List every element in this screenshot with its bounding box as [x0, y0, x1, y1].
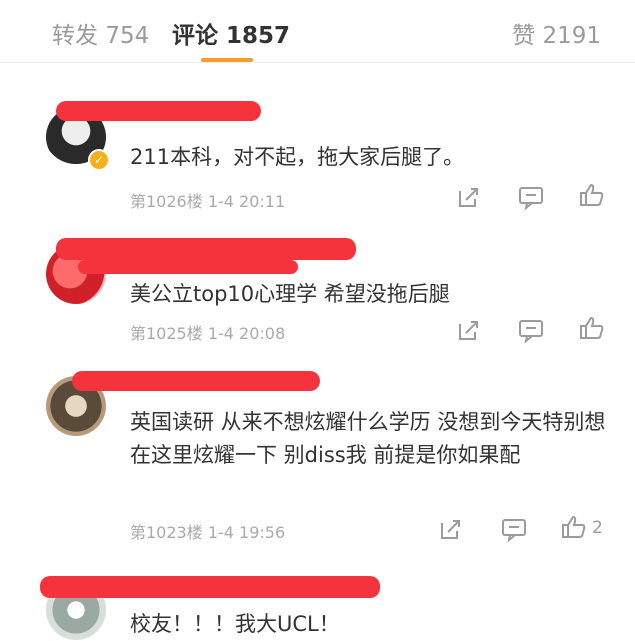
- tab-comments[interactable]: 评论 1857: [172, 22, 290, 50]
- tab-comments-label: 评论: [172, 23, 218, 49]
- username-redaction: [56, 238, 356, 260]
- comment-meta: 第1026楼 1-4 20:11: [130, 188, 285, 212]
- forward-icon[interactable]: [455, 316, 483, 344]
- comment-text: 校友！！！我大UCL！: [130, 612, 340, 636]
- thumbs-up-icon[interactable]: [578, 314, 606, 342]
- comment-meta: 第1023楼 1-4 19:56: [130, 519, 285, 543]
- comment-text: 211本科，对不起，拖大家后腿了。: [130, 145, 465, 169]
- comment-tabs: 转发 754 评论 1857 赞 2191: [0, 0, 635, 62]
- comment-floor: 第1025楼: [130, 324, 203, 343]
- comment-time: 1-4 19:56: [207, 523, 286, 542]
- divider: [0, 62, 635, 63]
- username-redaction: [72, 371, 320, 391]
- tab-repost-count: 754: [105, 23, 150, 49]
- tab-comments-count: 1857: [226, 23, 291, 49]
- comment-time: 1-4 20:11: [207, 192, 286, 211]
- comment-time: 1-4 20:08: [207, 324, 286, 343]
- forward-icon[interactable]: [455, 183, 483, 211]
- comment-icon[interactable]: [517, 316, 545, 344]
- like-count: 2: [592, 518, 603, 538]
- username-redaction: [56, 101, 261, 121]
- comment-floor: 第1026楼: [130, 192, 203, 211]
- tab-likes-label: 赞: [512, 23, 536, 49]
- tab-repost-label: 转发: [52, 23, 98, 49]
- comment-icon[interactable]: [517, 183, 545, 211]
- verified-badge-icon: ✓: [88, 149, 110, 171]
- tab-repost[interactable]: 转发 754: [52, 22, 149, 50]
- username-redaction: [78, 260, 298, 274]
- tab-likes[interactable]: 赞 2191: [512, 22, 601, 50]
- comment-icon[interactable]: [500, 515, 528, 543]
- tab-likes-count: 2191: [542, 23, 601, 49]
- forward-icon[interactable]: [437, 515, 465, 543]
- comment-meta: 第1025楼 1-4 20:08: [130, 320, 285, 344]
- comment-text: 英国读研 从来不想炫耀什么学历 没想到今天特别想在这里炫耀一下 别diss我 前…: [130, 410, 606, 467]
- comment-floor: 第1023楼: [130, 523, 203, 542]
- thumbs-up-icon[interactable]: [578, 181, 606, 209]
- comment-text: 美公立top10心理学 希望没拖后腿: [130, 282, 450, 306]
- thumbs-up-icon[interactable]: [560, 513, 588, 541]
- username-redaction: [40, 576, 380, 598]
